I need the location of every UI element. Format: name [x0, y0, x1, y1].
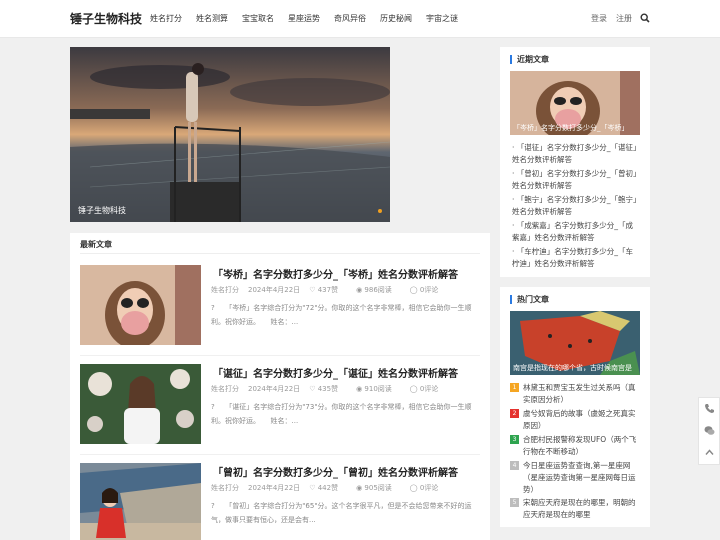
hot-thumbnail-caption[interactable]: 南宫是指现在的哪个省，古时候南宫是	[513, 363, 632, 373]
search-icon[interactable]	[640, 13, 650, 23]
article-views: ◉ 905阅读	[356, 484, 392, 492]
login-link[interactable]: 登录	[591, 13, 607, 24]
article-thumbnail[interactable]	[80, 265, 201, 345]
nav-item-horoscope[interactable]: 星座运势	[288, 13, 320, 24]
article-excerpt: ? 「岑桥」名字综合打分为"72"分。你取的这个名字非常棒，相信它会助你一生顺利…	[211, 304, 472, 326]
nav-item-name-test[interactable]: 姓名测算	[196, 13, 228, 24]
recent-thumbnail[interactable]: 「岑桥」名字分数打多少分_「岑桥」	[510, 71, 640, 135]
recent-article-link[interactable]: · 「成紫嘉」名字分数打多少分_「成紫嘉」姓名分数评析解答	[512, 220, 638, 244]
hot-article-link[interactable]: 4 今日星座运势查查询,第一星座网（星座运势查询第一星座网每日运势）	[510, 460, 638, 496]
divider	[80, 355, 480, 356]
nav-item-universe[interactable]: 宇宙之谜	[426, 13, 458, 24]
rank-badge: 2	[510, 409, 519, 418]
register-link[interactable]: 注册	[616, 13, 632, 24]
recent-articles-title: 近期文章	[510, 55, 549, 64]
site-logo[interactable]: 锤子生物科技	[70, 10, 142, 27]
article-category[interactable]: 姓名打分	[211, 483, 239, 493]
chevron-up-icon[interactable]	[704, 447, 715, 458]
banner-caption: 锤子生物科技	[78, 206, 126, 215]
recent-article-link[interactable]: · 「车柠迪」名字分数打多少分_「车柠迪」姓名分数评析解答	[512, 246, 638, 270]
article-title[interactable]: 「曾初」名字分数打多少分_「曾初」姓名分数评析解答	[213, 464, 458, 479]
hot-articles-title: 热门文章	[510, 295, 549, 304]
article-views: ◉ 910阅读	[356, 385, 392, 393]
article-date: 2024年4月22日	[248, 385, 301, 393]
article-comments: ◯ 0评论	[409, 484, 439, 492]
article-thumbnail[interactable]	[80, 463, 201, 540]
divider	[80, 253, 480, 254]
article-date: 2024年4月22日	[248, 484, 301, 492]
nav-item-history[interactable]: 历史秘闻	[380, 13, 412, 24]
recent-thumbnail-caption[interactable]: 「岑桥」名字分数打多少分_「岑桥」	[513, 123, 629, 133]
article-item[interactable]: 「谌征」名字分数打多少分_「谌征」姓名分数评析解答 姓名打分 2024年4月22…	[80, 364, 480, 455]
floating-toolbar	[698, 397, 720, 465]
phone-icon[interactable]	[704, 403, 715, 414]
divider	[80, 454, 480, 455]
article-title[interactable]: 「谌征」名字分数打多少分_「谌征」姓名分数评析解答	[213, 365, 458, 380]
article-date: 2024年4月22日	[248, 286, 301, 294]
article-thumbnail[interactable]	[80, 364, 201, 444]
banner-image	[70, 47, 390, 222]
article-meta: 姓名打分 2024年4月22日 ♡ 442赞 ◉ 905阅读 ◯ 0评论	[211, 483, 456, 493]
article-excerpt: ? 「谌征」名字综合打分为"73"分。你取的这个名字非常棒，相信它会助你一生顺利…	[211, 403, 472, 425]
article-title[interactable]: 「岑桥」名字分数打多少分_「岑桥」姓名分数评析解答	[213, 266, 458, 281]
header: 锤子生物科技 姓名打分 姓名测算 宝宝取名 星座运势 奇风异俗 历史秘闻 宇宙之…	[0, 0, 720, 38]
hot-articles-widget: 热门文章 南宫是指现在的哪个省，古时候南宫是 1 林黛玉和贾宝玉发生过关系吗（真实…	[500, 287, 650, 527]
article-excerpt: ? 「曾初」名字综合打分为"65"分。这个名字很平凡，但是不会给您带来不好的运气…	[211, 502, 472, 524]
article-item[interactable]: 「岑桥」名字分数打多少分_「岑桥」姓名分数评析解答 姓名打分 2024年4月22…	[80, 265, 480, 356]
latest-articles-panel: 最新文章 「岑桥」名字分数打多少分_「岑桥」姓名分数评析解答 姓名打分 2024…	[70, 233, 490, 540]
article-likes: ♡ 442赞	[309, 484, 339, 492]
hot-article-link[interactable]: 1 林黛玉和贾宝玉发生过关系吗（真实原因分析）	[510, 382, 638, 406]
article-likes: ♡ 437赞	[309, 286, 339, 294]
article-comments: ◯ 0评论	[409, 385, 439, 393]
hot-article-link[interactable]: 3 合肥村民报警称发现UFO（两个飞行物在不断移动）	[510, 434, 638, 458]
article-item[interactable]: 「曾初」名字分数打多少分_「曾初」姓名分数评析解答 姓名打分 2024年4月22…	[80, 463, 480, 540]
recent-article-link[interactable]: · 「曾初」名字分数打多少分_「曾初」姓名分数评析解答	[512, 168, 638, 192]
hot-article-link[interactable]: 2 虞兮奴背后的故事（虞姬之死真实原因）	[510, 408, 638, 432]
nav-item-baby-name[interactable]: 宝宝取名	[242, 13, 274, 24]
nav-item-name-score[interactable]: 姓名打分	[150, 13, 182, 24]
article-meta: 姓名打分 2024年4月22日 ♡ 437赞 ◉ 986阅读 ◯ 0评论	[211, 285, 456, 295]
latest-articles-title: 最新文章	[80, 240, 112, 249]
slider-dot[interactable]	[378, 209, 382, 213]
article-meta: 姓名打分 2024年4月22日 ♡ 435赞 ◉ 910阅读 ◯ 0评论	[211, 384, 456, 394]
article-comments: ◯ 0评论	[409, 286, 439, 294]
recent-article-link[interactable]: · 「谌征」名字分数打多少分_「谌征」姓名分数评析解答	[512, 142, 638, 166]
rank-badge: 4	[510, 461, 519, 470]
article-category[interactable]: 姓名打分	[211, 285, 239, 295]
main-nav: 姓名打分 姓名测算 宝宝取名 星座运势 奇风异俗 历史秘闻 宇宙之谜	[150, 13, 472, 24]
wechat-icon[interactable]	[704, 425, 715, 436]
banner-slider[interactable]: 锤子生物科技	[70, 47, 390, 222]
rank-badge: 3	[510, 435, 519, 444]
recent-article-link[interactable]: · 「鲍宁」名字分数打多少分_「鲍宁」姓名分数评析解答	[512, 194, 638, 218]
nav-item-customs[interactable]: 奇风异俗	[334, 13, 366, 24]
rank-badge: 1	[510, 383, 519, 392]
hot-article-link[interactable]: 5 宋朝应天府是现在的哪里，明朝的应天府是现在的哪里	[510, 497, 638, 521]
hot-thumbnail[interactable]: 南宫是指现在的哪个省，古时候南宫是	[510, 311, 640, 375]
article-category[interactable]: 姓名打分	[211, 384, 239, 394]
recent-articles-widget: 近期文章 「岑桥」名字分数打多少分_「岑桥」 · 「谌征」名字分数打多少分_「谌…	[500, 47, 650, 277]
article-views: ◉ 986阅读	[356, 286, 392, 294]
article-likes: ♡ 435赞	[309, 385, 339, 393]
rank-badge: 5	[510, 498, 519, 507]
